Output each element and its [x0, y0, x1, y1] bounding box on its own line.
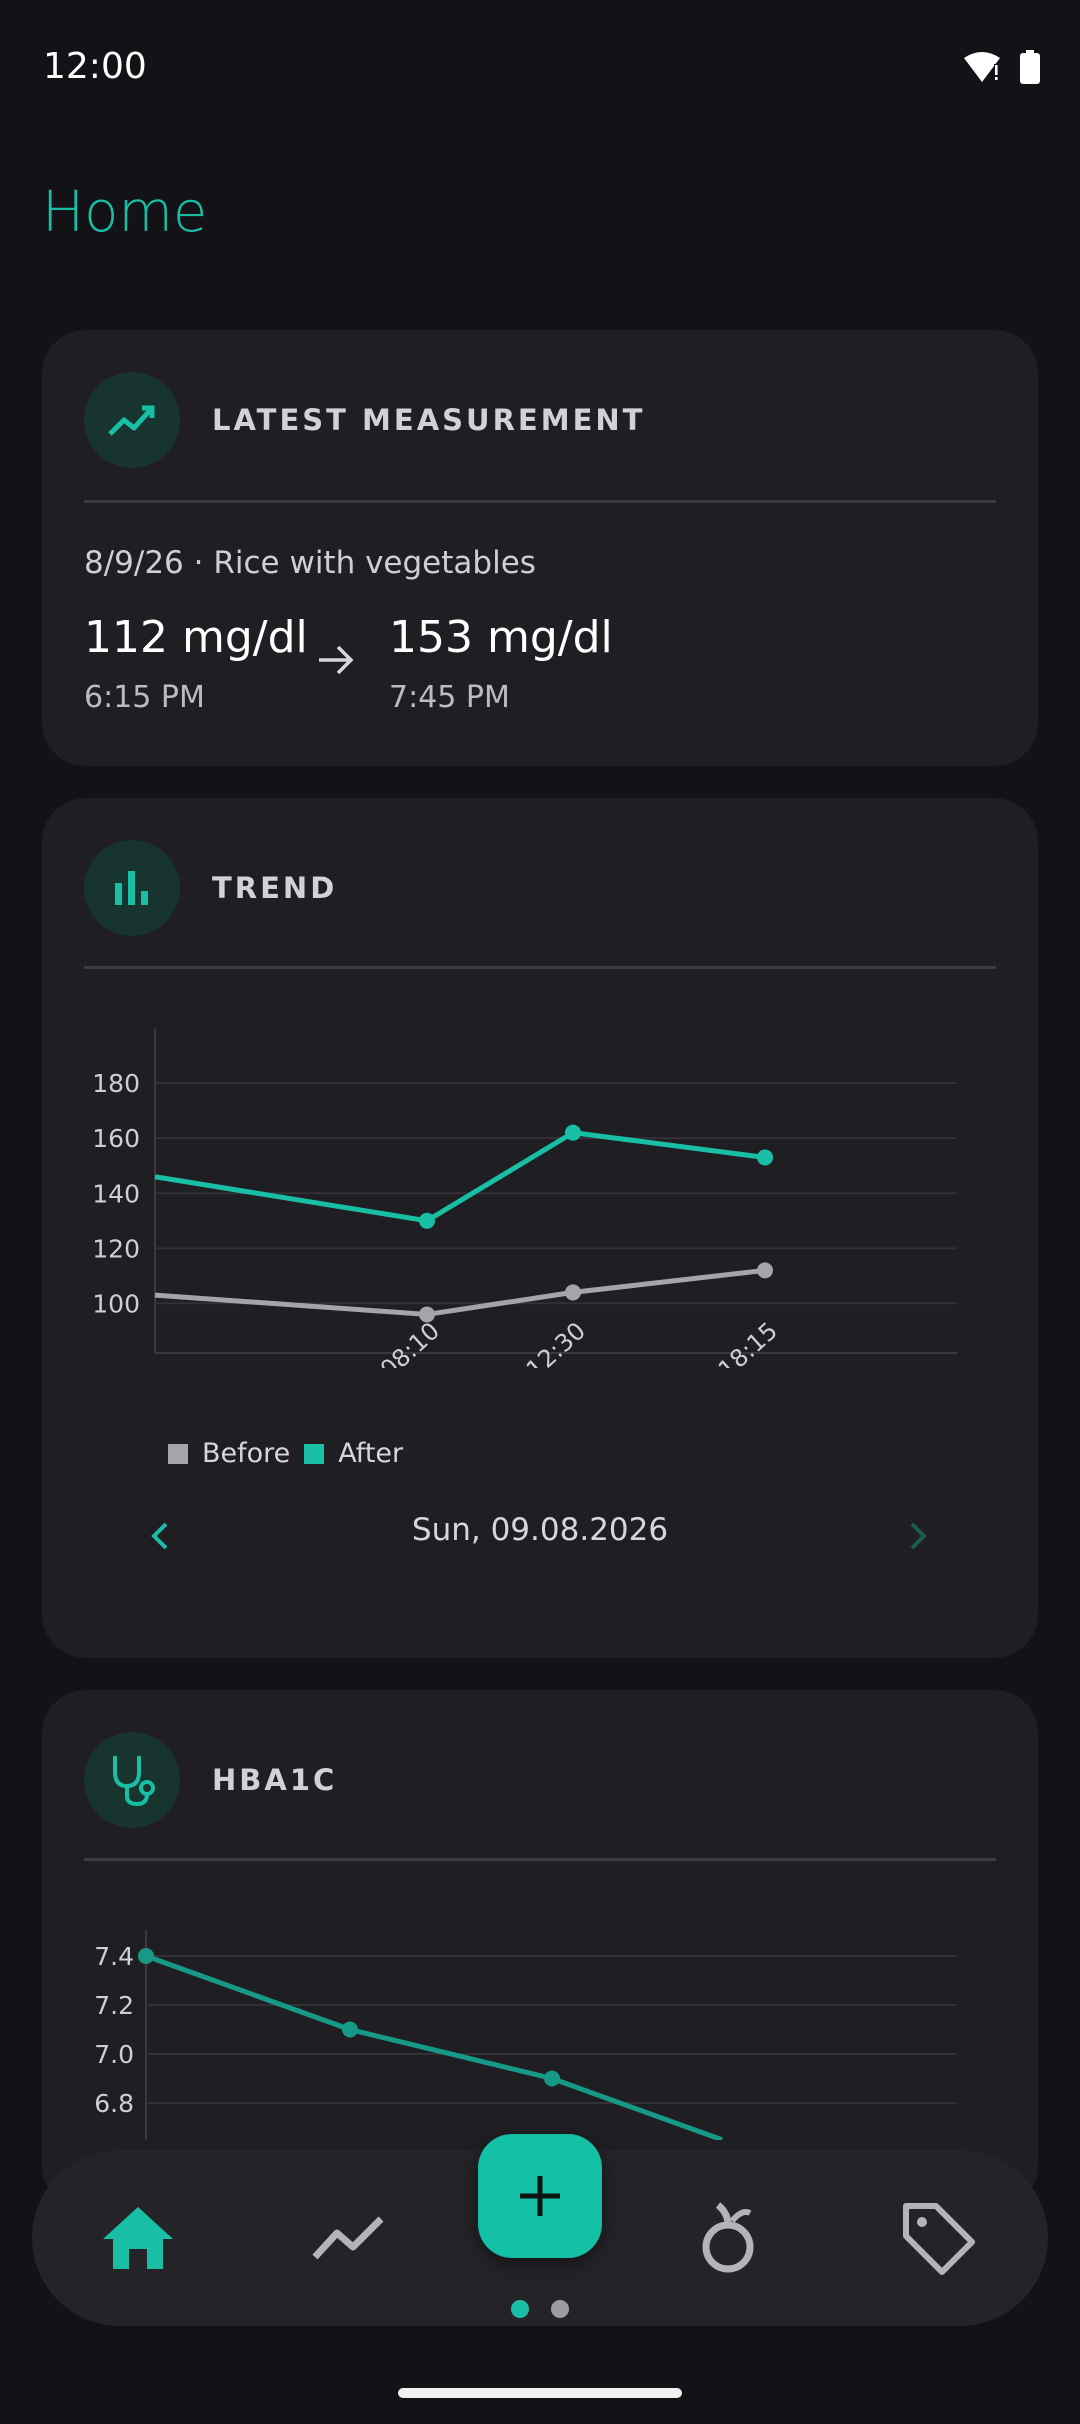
- apple-icon: [702, 2202, 754, 2273]
- hba1c-card: HBA1C 6.8 7.0 7.2 7.4: [42, 1690, 1038, 2210]
- series-line-after: [154, 1130, 766, 1224]
- hba1c-data-point: [138, 1948, 154, 1964]
- y-tick-label: 100: [92, 1289, 140, 1318]
- nav-tags[interactable]: [898, 2198, 978, 2278]
- series-line-before: [154, 1267, 766, 1317]
- data-point-before: [565, 1284, 581, 1301]
- meal-description: 8/9/26 · Rice with vegetables: [84, 545, 536, 581]
- x-tick-label: 12:30: [521, 1317, 591, 1368]
- data-point-after: [565, 1124, 581, 1141]
- data-point-after: [419, 1212, 435, 1229]
- legend-after-label: After: [338, 1438, 404, 1469]
- hba1c-series-line: [145, 1953, 723, 2140]
- card-header: TREND: [84, 840, 337, 936]
- page-dot: [551, 2300, 569, 2318]
- data-point-after: [757, 1149, 773, 1166]
- tag-icon: [903, 2203, 975, 2275]
- arrow-right-icon: [316, 642, 356, 682]
- next-day-button[interactable]: [890, 1508, 946, 1564]
- current-date: Sun, 09.08.2026: [411, 1512, 669, 1548]
- data-point-before: [757, 1262, 773, 1279]
- legend-before-label: Before: [202, 1438, 291, 1469]
- after-value: 153 mg/dl: [389, 612, 613, 663]
- nav-home[interactable]: [98, 2198, 178, 2278]
- nav-food[interactable]: [688, 2198, 768, 2278]
- status-bar: 12:00: [0, 0, 1080, 140]
- hba1c-chart: 6.8 7.0 7.2 7.4: [94, 1930, 957, 2140]
- trending-up-icon: [312, 2216, 384, 2260]
- card-title: LATEST MEASUREMENT: [212, 403, 646, 437]
- latest-measurement-card[interactable]: LATEST MEASUREMENT 8/9/26 · Rice with ve…: [42, 330, 1038, 766]
- divider: [84, 500, 996, 503]
- y-tick-label: 140: [92, 1179, 140, 1208]
- home-indicator: [398, 2388, 682, 2398]
- y-tick-label: 160: [92, 1124, 140, 1153]
- page-title: Home: [42, 180, 208, 245]
- y-tick-label: 7.2: [94, 1991, 134, 2020]
- data-point-before: [419, 1306, 435, 1323]
- plus-icon: [520, 2176, 560, 2216]
- before-value: 112 mg/dl: [84, 612, 308, 663]
- chevron-right-icon: [910, 1522, 927, 1550]
- card-header: LATEST MEASUREMENT: [84, 372, 645, 468]
- page-indicator: [0, 2300, 1080, 2318]
- status-time: 12:00: [43, 46, 147, 87]
- card-title: HBA1C: [212, 1763, 338, 1797]
- legend-before-swatch: [168, 1443, 188, 1464]
- stethoscope-icon: [84, 1732, 180, 1828]
- legend-after-swatch: [304, 1443, 325, 1464]
- date-navigator: Sun, 09.08.2026: [42, 1498, 1038, 1568]
- y-tick-label: 120: [92, 1234, 140, 1263]
- trend-card: TREND 100 120 140 160 180 08:10 12:30 18:15 Bef…: [42, 798, 1038, 1658]
- card-header: HBA1C: [84, 1732, 337, 1828]
- hba1c-data-point: [342, 2021, 358, 2038]
- trending-up-icon: [84, 372, 180, 468]
- y-tick-label: 180: [92, 1069, 140, 1098]
- y-tick-label: 6.8: [94, 2089, 134, 2118]
- home-icon: [103, 2207, 173, 2269]
- bar-chart-icon: [84, 840, 180, 936]
- chart-legend: Before After: [168, 1438, 403, 1469]
- y-tick-label: 7.0: [94, 2040, 134, 2069]
- add-entry-button[interactable]: [478, 2134, 602, 2258]
- hba1c-data-point: [544, 2070, 560, 2087]
- trend-chart: 100 120 140 160 180 08:10 12:30 18:15: [92, 1028, 957, 1368]
- divider: [84, 1858, 996, 1861]
- x-tick-label: 18:15: [713, 1317, 783, 1368]
- before-time: 6:15 PM: [84, 680, 205, 715]
- after-time: 7:45 PM: [389, 680, 510, 715]
- divider: [84, 966, 996, 969]
- battery-icon: [1020, 50, 1040, 88]
- page-dot-active: [511, 2300, 529, 2318]
- card-title: TREND: [212, 871, 338, 905]
- nav-trends[interactable]: [308, 2198, 388, 2278]
- y-tick-label: 7.4: [94, 1942, 134, 1971]
- status-icons: [962, 50, 1040, 88]
- wifi-alert-icon: [962, 50, 1002, 88]
- x-tick-label: 08:10: [375, 1317, 445, 1368]
